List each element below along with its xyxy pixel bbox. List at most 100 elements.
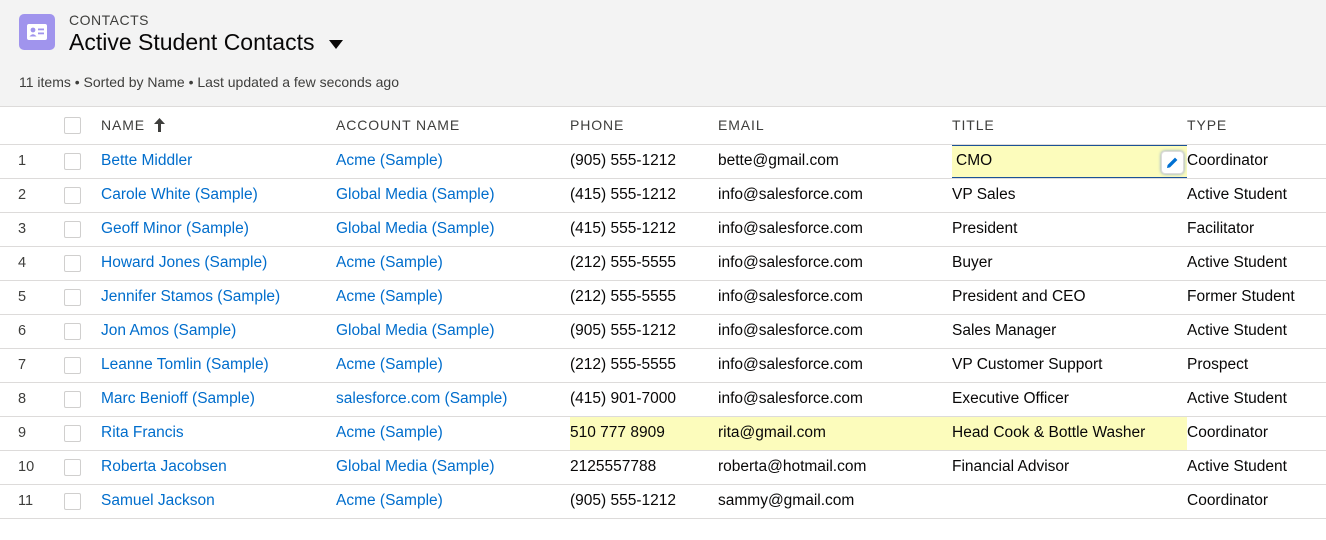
email-cell[interactable]: info@salesforce.com [718, 246, 952, 281]
table-row: 9 Rita Francis Acme (Sample) 510 777 890… [0, 416, 1326, 451]
caret-down-icon[interactable] [329, 36, 344, 54]
email-cell[interactable]: bette@gmail.com [718, 144, 952, 179]
account-name-link[interactable]: Acme (Sample) [336, 152, 443, 169]
type-cell[interactable]: Active Student [1187, 246, 1326, 281]
table-row: 8 Marc Benioff (Sample) salesforce.com (… [0, 382, 1326, 417]
phone-cell[interactable]: (212) 555-5555 [570, 348, 718, 383]
contact-name-link[interactable]: Rita Francis [101, 424, 184, 441]
list-view-title-row[interactable]: Active Student Contacts [69, 29, 344, 56]
phone-cell[interactable]: (415) 901-7000 [570, 382, 718, 417]
contact-name-link[interactable]: Bette Middler [101, 152, 192, 169]
type-cell[interactable]: Facilitator [1187, 212, 1326, 247]
contact-name-link[interactable]: Marc Benioff (Sample) [101, 390, 255, 407]
phone-cell[interactable]: (905) 555-1212 [570, 144, 718, 179]
contact-name-link[interactable]: Carole White (Sample) [101, 186, 258, 203]
type-cell[interactable]: Former Student [1187, 280, 1326, 315]
pencil-edit-icon[interactable] [1161, 150, 1184, 174]
contact-name-link[interactable]: Samuel Jackson [101, 492, 215, 509]
column-header-name[interactable]: NAME [101, 107, 336, 145]
phone-cell-edited[interactable]: 510 777 8909 [570, 416, 718, 451]
account-name-link[interactable]: Global Media (Sample) [336, 220, 495, 237]
phone-cell[interactable]: (212) 555-5555 [570, 246, 718, 281]
table-header-row: NAME ACCOUNT NAME PHONE EMAIL TITLE TYPE [0, 107, 1326, 145]
contact-name-link[interactable]: Jennifer Stamos (Sample) [101, 288, 280, 305]
column-header-phone[interactable]: PHONE [570, 107, 718, 145]
column-header-email[interactable]: EMAIL [718, 107, 952, 145]
phone-cell[interactable]: (212) 555-5555 [570, 280, 718, 315]
contact-name-link[interactable]: Roberta Jacobsen [101, 458, 227, 475]
title-cell-edited[interactable]: Head Cook & Bottle Washer [952, 416, 1187, 451]
list-view-title: Active Student Contacts [69, 29, 315, 55]
phone-cell[interactable]: (415) 555-1212 [570, 212, 718, 247]
row-checkbox[interactable] [64, 424, 81, 442]
row-checkbox[interactable] [64, 152, 81, 170]
account-name-link[interactable]: Global Media (Sample) [336, 322, 495, 339]
row-checkbox[interactable] [64, 186, 81, 204]
object-label: CONTACTS [69, 12, 149, 28]
row-checkbox[interactable] [64, 254, 81, 272]
row-number: 5 [0, 280, 54, 315]
row-checkbox[interactable] [64, 288, 81, 306]
email-cell[interactable]: roberta@hotmail.com [718, 450, 952, 485]
type-cell[interactable]: Active Student [1187, 382, 1326, 417]
row-checkbox[interactable] [64, 458, 81, 476]
title-cell[interactable]: President [952, 212, 1187, 247]
title-cell[interactable]: Financial Advisor [952, 450, 1187, 485]
column-header-title[interactable]: TITLE [952, 107, 1187, 145]
type-cell[interactable]: Prospect [1187, 348, 1326, 383]
row-number: 2 [0, 178, 54, 213]
contact-name-link[interactable]: Leanne Tomlin (Sample) [101, 356, 269, 373]
phone-cell[interactable]: 2125557788 [570, 450, 718, 485]
account-name-link[interactable]: Acme (Sample) [336, 356, 443, 373]
account-name-link[interactable]: Acme (Sample) [336, 254, 443, 271]
table-row: 3 Geoff Minor (Sample) Global Media (Sam… [0, 212, 1326, 247]
type-cell[interactable]: Coordinator [1187, 144, 1326, 179]
type-cell[interactable]: Coordinator [1187, 484, 1326, 519]
select-all-checkbox[interactable] [64, 116, 81, 134]
contact-card-icon [19, 14, 55, 50]
contact-name-link[interactable]: Howard Jones (Sample) [101, 254, 267, 271]
row-checkbox[interactable] [64, 356, 81, 374]
row-checkbox[interactable] [64, 220, 81, 238]
type-cell[interactable]: Active Student [1187, 314, 1326, 349]
title-cell[interactable]: VP Customer Support [952, 348, 1187, 383]
contact-name-link[interactable]: Geoff Minor (Sample) [101, 220, 249, 237]
row-checkbox[interactable] [64, 390, 81, 408]
row-number: 3 [0, 212, 54, 247]
title-cell[interactable]: President and CEO [952, 280, 1187, 315]
email-cell[interactable]: info@salesforce.com [718, 280, 952, 315]
account-name-link[interactable]: Acme (Sample) [336, 424, 443, 441]
title-cell[interactable]: Sales Manager [952, 314, 1187, 349]
email-cell[interactable]: info@salesforce.com [718, 212, 952, 247]
type-cell[interactable]: Coordinator [1187, 416, 1326, 451]
account-name-link[interactable]: Acme (Sample) [336, 492, 443, 509]
phone-cell[interactable]: (905) 555-1212 [570, 484, 718, 519]
contact-name-link[interactable]: Jon Amos (Sample) [101, 322, 236, 339]
email-cell-edited[interactable]: rita@gmail.com [718, 416, 952, 451]
type-cell[interactable]: Active Student [1187, 178, 1326, 213]
email-cell[interactable]: info@salesforce.com [718, 178, 952, 213]
row-checkbox[interactable] [64, 492, 81, 510]
phone-cell[interactable]: (905) 555-1212 [570, 314, 718, 349]
title-cell[interactable]: Buyer [952, 246, 1187, 281]
title-cell-editing[interactable]: CMO [952, 144, 1187, 179]
title-value: CMO [956, 152, 993, 169]
column-header-type[interactable]: TYPE [1187, 107, 1326, 145]
title-cell[interactable]: VP Sales [952, 178, 1187, 213]
account-name-link[interactable]: Global Media (Sample) [336, 458, 495, 475]
email-cell[interactable]: info@salesforce.com [718, 382, 952, 417]
account-name-link[interactable]: Global Media (Sample) [336, 186, 495, 203]
account-name-link[interactable]: salesforce.com (Sample) [336, 390, 507, 407]
inline-edit-box[interactable]: CMO [952, 144, 1187, 177]
email-cell[interactable]: info@salesforce.com [718, 348, 952, 383]
title-cell[interactable]: Executive Officer [952, 382, 1187, 417]
row-checkbox[interactable] [64, 322, 81, 340]
email-cell[interactable]: sammy@gmail.com [718, 484, 952, 519]
phone-cell[interactable]: (415) 555-1212 [570, 178, 718, 213]
type-cell[interactable]: Active Student [1187, 450, 1326, 485]
title-cell[interactable] [952, 484, 1187, 519]
email-cell[interactable]: info@salesforce.com [718, 314, 952, 349]
column-header-account[interactable]: ACCOUNT NAME [336, 107, 570, 145]
account-name-link[interactable]: Acme (Sample) [336, 288, 443, 305]
row-number: 10 [0, 450, 54, 485]
